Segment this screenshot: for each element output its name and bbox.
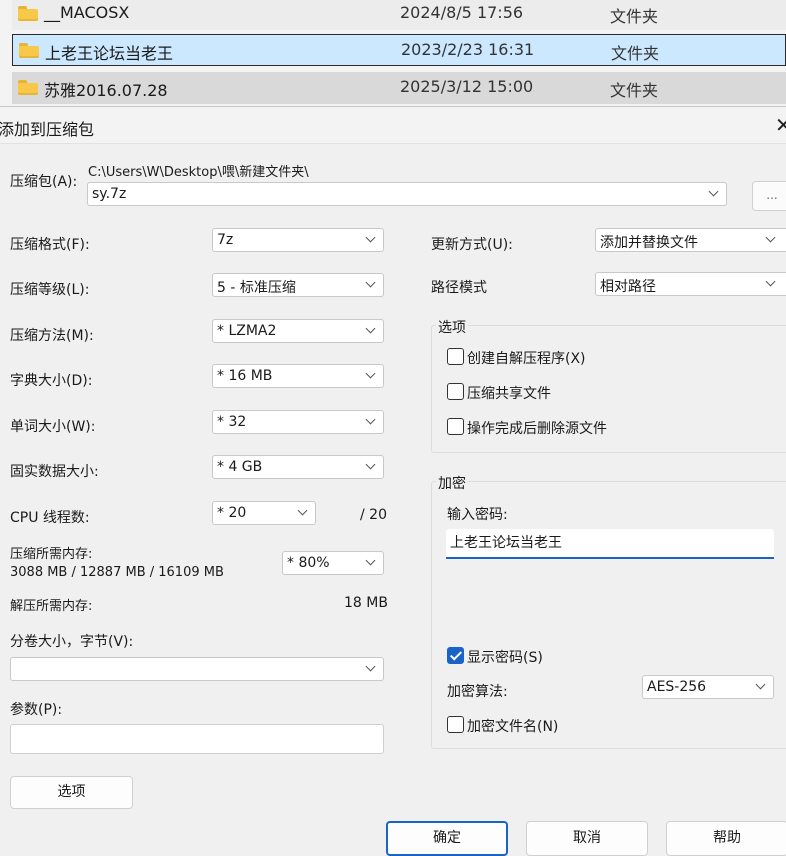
mem-compress-detail: 3088 MB / 12887 MB / 16109 MB — [10, 565, 224, 580]
update-value: 添加并替换文件 — [600, 235, 698, 251]
solid-value: * 4 GB — [217, 459, 263, 475]
threads-select[interactable]: * 20 — [212, 501, 316, 525]
archive-label: 压缩包(A): — [10, 174, 78, 190]
file-name: 苏雅2016.07.28 — [44, 81, 168, 100]
threads-max: / 20 — [360, 507, 387, 523]
method-select[interactable]: * LZMA2 — [212, 319, 384, 343]
chevron-down-icon — [364, 416, 378, 428]
chevron-down-icon — [296, 507, 310, 519]
chevron-down-icon — [364, 370, 378, 382]
encryption-group-title: 加密 — [436, 473, 468, 493]
level-value: 5 - 标准压缩 — [217, 280, 296, 296]
options-group-title: 选项 — [436, 317, 468, 337]
file-type: 文件夹 — [610, 7, 659, 26]
browse-button[interactable]: ... — [752, 181, 786, 211]
level-select[interactable]: 5 - 标准压缩 — [212, 273, 384, 297]
archive-name-combo[interactable]: sy.7z — [87, 182, 727, 206]
delete-label[interactable]: 操作完成后删除源文件 — [467, 418, 607, 438]
chevron-down-icon — [364, 234, 378, 246]
file-date: 2024/8/5 17:56 — [400, 3, 524, 22]
chevron-down-icon — [364, 279, 378, 291]
chevron-down-icon — [764, 234, 778, 246]
update-label: 更新方式(U): — [431, 237, 513, 253]
update-select[interactable]: 添加并替换文件 — [595, 228, 786, 252]
folder-icon — [18, 6, 38, 21]
show-password-checkbox[interactable] — [447, 647, 464, 664]
volume-label: 分卷大小，字节(V): — [10, 634, 134, 650]
format-value: 7z — [217, 232, 234, 248]
method-label: 压缩方法(M): — [10, 328, 94, 344]
password-input[interactable]: 上老王论坛当老王 — [446, 529, 774, 559]
file-type: 文件夹 — [611, 44, 660, 63]
chevron-down-icon — [754, 681, 768, 693]
threads-label: CPU 线程数: — [10, 510, 90, 526]
mem-compress-value: * 80% — [287, 555, 330, 571]
file-name: __MACOSX — [44, 3, 130, 22]
dict-value: * 16 MB — [217, 368, 273, 384]
delete-checkbox[interactable] — [447, 418, 464, 435]
file-type: 文件夹 — [610, 81, 659, 100]
sfx-label[interactable]: 创建自解压程序(X) — [467, 348, 586, 368]
params-label: 参数(P): — [10, 702, 63, 718]
archive-path: C:\Users\W\Desktop\喂\新建文件夹\ — [88, 165, 309, 180]
encryption-method-select[interactable]: AES-256 — [642, 675, 774, 699]
mem-compress-select[interactable]: * 80% — [282, 551, 384, 575]
chevron-down-icon — [364, 557, 378, 569]
encrypt-names-checkbox[interactable] — [447, 716, 464, 733]
params-input[interactable] — [10, 724, 384, 754]
file-list: __MACOSX 2024/8/5 17:56 文件夹 上老王论坛当老王 202… — [0, 0, 786, 106]
solid-select[interactable]: * 4 GB — [212, 455, 384, 479]
shared-checkbox[interactable] — [447, 383, 464, 400]
chevron-down-icon — [364, 663, 378, 675]
word-value: * 32 — [217, 414, 247, 430]
file-row-selected[interactable]: 上老王论坛当老王 2023/2/23 16:31 文件夹 — [12, 34, 786, 66]
divider — [0, 143, 786, 144]
encrypt-names-label[interactable]: 加密文件名(N) — [467, 716, 558, 736]
shared-label[interactable]: 压缩共享文件 — [467, 383, 551, 403]
chevron-down-icon — [707, 188, 721, 200]
solid-label: 固实数据大小: — [10, 464, 99, 480]
file-row[interactable]: 苏雅2016.07.28 2025/3/12 15:00 文件夹 — [12, 72, 786, 104]
format-label: 压缩格式(F): — [10, 237, 90, 253]
level-label: 压缩等级(L): — [10, 282, 90, 298]
pathmode-value: 相对路径 — [600, 279, 656, 295]
chevron-down-icon — [764, 278, 778, 290]
file-date: 2023/2/23 16:31 — [401, 40, 535, 59]
format-select[interactable]: 7z — [212, 228, 384, 252]
password-value: 上老王论坛当老王 — [450, 535, 562, 551]
file-name: 上老王论坛当老王 — [45, 44, 174, 63]
close-icon[interactable]: ✕ — [775, 113, 786, 137]
word-select[interactable]: * 32 — [212, 410, 384, 434]
sfx-checkbox[interactable] — [447, 348, 464, 365]
threads-value: * 20 — [217, 505, 247, 521]
dict-label: 字典大小(D): — [10, 373, 93, 389]
volume-combo[interactable] — [10, 657, 384, 681]
archive-name-value: sy.7z — [92, 186, 127, 202]
dict-select[interactable]: * 16 MB — [212, 364, 384, 388]
mem-compress-label: 压缩所需内存: — [10, 547, 93, 562]
pathmode-label: 路径模式 — [431, 280, 487, 296]
mem-decompress-value: 18 MB — [344, 595, 388, 611]
dialog-title: 添加到压缩包 — [0, 120, 95, 139]
encryption-method-value: AES-256 — [647, 679, 707, 695]
file-row[interactable]: __MACOSX 2024/8/5 17:56 文件夹 — [12, 0, 786, 30]
chevron-down-icon — [364, 325, 378, 337]
add-to-archive-dialog: 添加到压缩包 ✕ 压缩包(A): C:\Users\W\Desktop\喂\新建… — [0, 106, 786, 856]
encryption-method-label: 加密算法: — [447, 684, 508, 700]
options-button[interactable]: 选项 — [10, 776, 133, 809]
word-label: 单词大小(W): — [10, 419, 96, 435]
pathmode-select[interactable]: 相对路径 — [595, 272, 786, 296]
file-date: 2025/3/12 15:00 — [400, 77, 534, 96]
password-label: 输入密码: — [447, 507, 508, 523]
dialog-titlebar: 添加到压缩包 ✕ — [0, 107, 786, 143]
chevron-down-icon — [364, 461, 378, 473]
mem-decompress-label: 解压所需内存: — [10, 599, 93, 614]
show-password-label[interactable]: 显示密码(S) — [467, 647, 543, 667]
method-value: * LZMA2 — [217, 323, 277, 339]
folder-icon — [19, 43, 39, 58]
folder-icon — [18, 80, 38, 95]
